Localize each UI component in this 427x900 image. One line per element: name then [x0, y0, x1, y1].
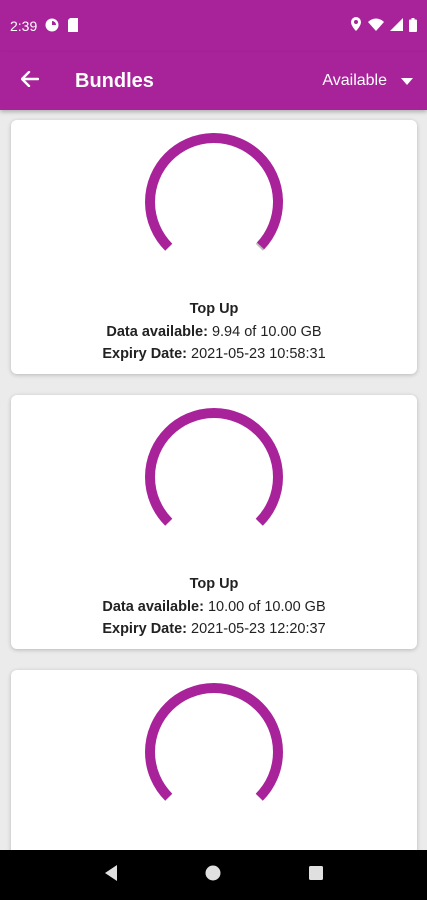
data-available-label: Data available:: [106, 323, 208, 340]
bundle-list[interactable]: Top Up Data available: 9.94 of 10.00 GB …: [0, 110, 427, 850]
data-available-value: 9.94 of 10.00 GB: [211, 323, 322, 340]
gauge-remaining-arc: [145, 407, 283, 526]
back-button[interactable]: [0, 52, 60, 110]
nav-back-button[interactable]: [89, 853, 133, 897]
status-time: 2:39: [10, 18, 38, 34]
nav-recents-button[interactable]: [294, 853, 338, 897]
nav-home-button[interactable]: [191, 853, 235, 897]
sim-card-icon: [67, 17, 79, 35]
data-usage-gauge: [139, 407, 289, 547]
bundle-title: Top Up: [189, 301, 239, 317]
status-bar: 2:39: [0, 0, 427, 52]
gauge-used-arc: [255, 242, 265, 251]
gauge-remaining-arc: [145, 133, 283, 251]
gauge-remaining-arc: [145, 682, 283, 801]
back-triangle-icon: [103, 864, 119, 887]
back-arrow-icon: [20, 70, 40, 92]
expiry-date-row: Expiry Date: 2021-05-23 12:20:37: [11, 618, 417, 641]
data-usage-gauge: [139, 132, 289, 272]
recents-square-icon: [308, 865, 324, 886]
bundle-filter-dropdown[interactable]: Available: [322, 72, 413, 90]
expiry-date-label: Expiry Date:: [102, 346, 187, 362]
bundle-card[interactable]: Top Up Data available: 9.94 of 10.00 GB …: [11, 120, 417, 374]
data-available-label: Data available:: [102, 598, 204, 615]
battery-icon: [409, 17, 417, 35]
notification-icon: [45, 18, 59, 35]
bundle-title: Top Up: [189, 576, 239, 592]
expiry-date-value: 2021-05-23 12:20:37: [191, 621, 326, 637]
data-usage-gauge: [139, 682, 289, 822]
signal-icon: [390, 18, 403, 34]
system-navigation-bar: [0, 850, 427, 900]
home-circle-icon: [204, 864, 222, 887]
expiry-date-value: 2021-05-23 10:58:31: [191, 346, 326, 362]
bundle-card[interactable]: [11, 670, 417, 850]
bundle-card[interactable]: Top Up Data available: 10.00 of 10.00 GB…: [11, 395, 417, 649]
data-available-row: Data available: 9.94 of 10.00 GB: [11, 321, 417, 344]
page-title: Bundles: [75, 69, 154, 92]
dropdown-arrow-icon: [401, 72, 413, 90]
app-bar: Bundles Available: [0, 52, 427, 110]
filter-selected-value: Available: [322, 72, 387, 89]
data-available-row: Data available: 10.00 of 10.00 GB: [11, 596, 417, 619]
wifi-icon: [368, 18, 384, 34]
location-icon: [350, 17, 362, 35]
data-available-value: 10.00 of 10.00 GB: [207, 598, 326, 615]
expiry-date-row: Expiry Date: 2021-05-23 10:58:31: [11, 343, 417, 366]
expiry-date-label: Expiry Date:: [102, 621, 187, 637]
